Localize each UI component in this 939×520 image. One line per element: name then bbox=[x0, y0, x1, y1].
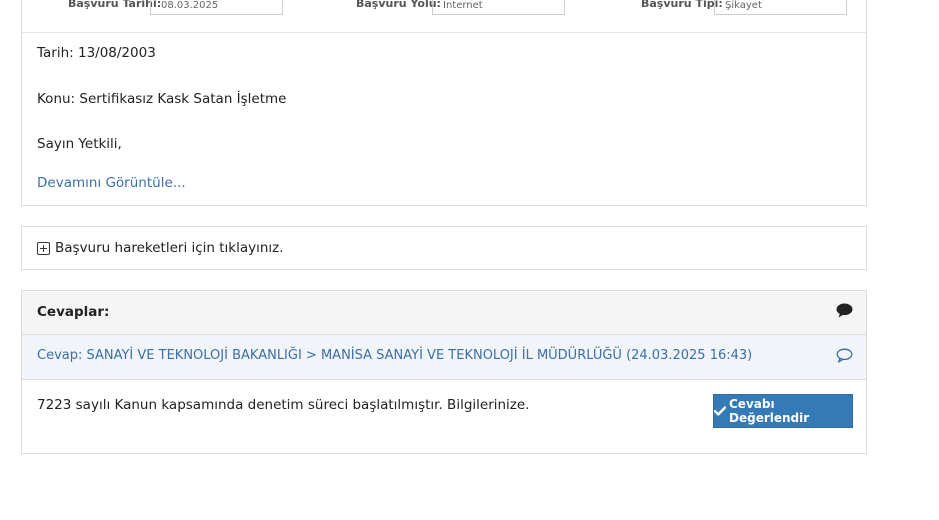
application-date-field: 08.03.2025 bbox=[150, 0, 283, 15]
complaint-date: Tarih: 13/08/2003 bbox=[37, 45, 156, 61]
application-date-label: Başvuru Tarihi: bbox=[68, 0, 162, 10]
complaint-greeting: Sayın Yetkili, bbox=[37, 136, 122, 152]
complaint-subject: Konu: Sertifikasız Kask Satan İşletme bbox=[37, 91, 287, 107]
application-meta-row: Başvuru Tarihi: 08.03.2025 Başvuru Yolu:… bbox=[22, 0, 866, 33]
answers-title: Cevaplar: bbox=[37, 304, 110, 320]
rate-answer-label: Cevabı Değerlendir bbox=[729, 397, 810, 425]
application-channel-label: Başvuru Yolu: bbox=[356, 0, 441, 10]
application-detail-panel: Başvuru Tarihi: 08.03.2025 Başvuru Yolu:… bbox=[21, 0, 867, 206]
answers-header: Cevaplar: bbox=[22, 291, 866, 335]
check-icon bbox=[714, 406, 726, 416]
comment-icon bbox=[836, 303, 853, 322]
answer-heading-row[interactable]: Cevap: SANAYİ VE TEKNOLOJİ BAKANLIĞI > M… bbox=[22, 335, 866, 380]
comment-outline-icon bbox=[836, 348, 853, 367]
application-movements-label: Başvuru hareketleri için tıklayınız. bbox=[55, 240, 284, 256]
answers-panel: Cevaplar: Cevap: SANAYİ VE TEKNOLOJİ BAK… bbox=[21, 290, 867, 454]
rate-answer-button[interactable]: Cevabı Değerlendir bbox=[713, 394, 853, 428]
application-type-label: Başvuru Tipi: bbox=[641, 0, 723, 10]
answer-text: 7223 sayılı Kanun kapsamında denetim sür… bbox=[37, 397, 530, 413]
answer-title-link[interactable]: Cevap: SANAYİ VE TEKNOLOJİ BAKANLIĞI > M… bbox=[37, 348, 752, 363]
application-channel-field: İnternet bbox=[432, 0, 565, 15]
plus-square-icon bbox=[37, 241, 50, 255]
show-more-link[interactable]: Devamını Görüntüle... bbox=[37, 175, 186, 191]
application-type-field: Şikayet bbox=[714, 0, 847, 15]
application-movements-toggle[interactable]: Başvuru hareketleri için tıklayınız. bbox=[37, 240, 284, 256]
application-movements-panel[interactable]: Başvuru hareketleri için tıklayınız. bbox=[21, 226, 867, 270]
